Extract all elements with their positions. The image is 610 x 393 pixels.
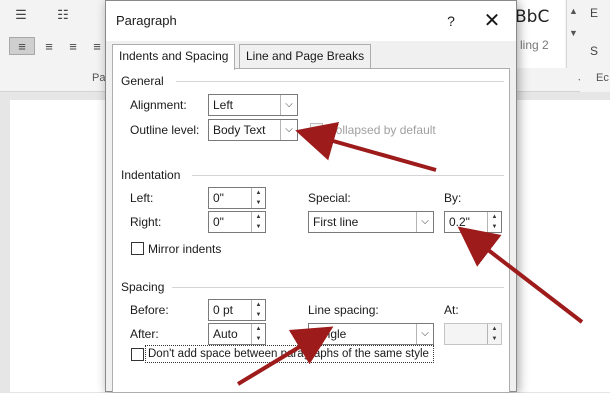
editing-group-label: Ec — [596, 72, 609, 84]
spacing-separator — [172, 287, 504, 288]
chevron-down-icon[interactable]: ⌵ — [280, 120, 297, 140]
select-glyph[interactable]: S — [590, 44, 598, 58]
at-input[interactable]: ▲ ▼ — [444, 323, 502, 345]
spacing-before-value: 0 pt — [213, 303, 234, 317]
line-spacing-label: Line spacing: — [308, 303, 379, 317]
spin-up-icon[interactable]: ▲ — [252, 212, 265, 222]
by-label: By: — [444, 191, 462, 205]
line-spacing-value: Single — [313, 327, 347, 341]
special-label: Special: — [308, 191, 351, 205]
spin-down-icon[interactable]: ▼ — [252, 334, 265, 344]
chevron-up-icon[interactable]: ▲ — [567, 0, 580, 22]
indentation-heading: Indentation — [121, 168, 181, 182]
spin-down-icon[interactable]: ▼ — [488, 334, 501, 344]
spacing-heading: Spacing — [121, 280, 165, 294]
right-indent-value: 0" — [213, 215, 224, 229]
dialog-title: Paragraph — [116, 13, 177, 28]
help-button[interactable]: ? — [437, 9, 465, 33]
outline-level-value: Body Text — [213, 123, 266, 137]
spacing-after-input[interactable]: Auto ▲ ▼ — [208, 323, 266, 345]
general-heading: General — [121, 74, 164, 88]
spin-up-icon[interactable]: ▲ — [252, 324, 265, 334]
spin-up-icon[interactable]: ▲ — [488, 212, 501, 222]
chevron-down-icon[interactable]: ▼ — [567, 22, 580, 44]
bullets-icon[interactable]: ☰ — [8, 6, 34, 24]
collapsed-checkbox[interactable] — [310, 123, 323, 136]
align-center-icon[interactable]: ≡ — [36, 37, 62, 55]
spin-up-icon[interactable]: ▲ — [252, 188, 265, 198]
chevron-down-icon[interactable]: ⌵ — [416, 212, 433, 232]
at-label: At: — [444, 303, 459, 317]
after-label: After: — [130, 327, 159, 341]
right-indent-label: Right: — [130, 215, 162, 229]
paragraph-dialog: Paragraph ? ✕ Indents and Spacing Line a… — [105, 0, 517, 393]
outline-level-label: Outline level: — [130, 123, 200, 137]
spin-up-icon[interactable]: ▲ — [488, 324, 501, 334]
chevron-down-icon[interactable]: ⌵ — [280, 95, 297, 115]
styles-preview: BbC — [515, 7, 550, 27]
alignment-value: Left — [213, 98, 234, 112]
special-select[interactable]: First line ⌵ — [308, 211, 434, 233]
left-indent-value: 0" — [213, 191, 224, 205]
spin-down-icon[interactable]: ▼ — [252, 310, 265, 320]
spacing-after-value: Auto — [213, 327, 238, 341]
dialog-titlebar: Paragraph ? ✕ — [106, 1, 516, 41]
spin-down-icon[interactable]: ▼ — [252, 198, 265, 208]
tab-indents-spacing[interactable]: Indents and Spacing — [112, 44, 236, 70]
spacing-before-input[interactable]: 0 pt ▲ ▼ — [208, 299, 266, 321]
find-glyph[interactable]: E — [590, 6, 598, 20]
general-separator — [176, 81, 504, 82]
align-left-icon[interactable]: ≡ — [9, 37, 35, 55]
dont-add-space-label: Don't add space between paragraphs of th… — [148, 348, 429, 360]
by-value: 0.2" — [449, 215, 470, 229]
paragraph-group-label: Pa — [92, 72, 106, 84]
close-button[interactable]: ✕ — [478, 9, 506, 33]
alignment-select[interactable]: Left ⌵ — [208, 94, 298, 116]
spin-up-icon[interactable]: ▲ — [252, 300, 265, 310]
mirror-indents-checkbox[interactable] — [131, 242, 144, 255]
alignment-label: Alignment: — [130, 98, 187, 112]
spin-down-icon[interactable]: ▼ — [488, 222, 501, 232]
line-spacing-select[interactable]: Single ⌵ — [308, 323, 434, 345]
spin-down-icon[interactable]: ▼ — [252, 222, 265, 232]
right-indent-input[interactable]: 0" ▲ ▼ — [208, 211, 266, 233]
left-indent-label: Left: — [130, 191, 154, 205]
mirror-indents-label: Mirror indents — [148, 242, 222, 256]
numbering-icon[interactable]: ☷ — [50, 6, 76, 24]
align-right-icon[interactable]: ≡ — [60, 37, 86, 55]
collapsed-label: Collapsed by default — [327, 123, 436, 137]
by-input[interactable]: 0.2" ▲ ▼ — [444, 211, 502, 233]
before-label: Before: — [130, 303, 169, 317]
left-indent-input[interactable]: 0" ▲ ▼ — [208, 187, 266, 209]
dont-add-space-checkbox[interactable] — [131, 348, 144, 361]
styles-subtitle: ling 2 — [520, 38, 549, 52]
chevron-down-icon[interactable]: ⌵ — [416, 324, 433, 344]
styles-scroll[interactable]: ▲ ▼ — [566, 0, 580, 68]
indentation-separator — [192, 175, 504, 176]
outline-level-select[interactable]: Body Text ⌵ — [208, 119, 298, 141]
special-value: First line — [313, 215, 359, 229]
tab-line-page-breaks[interactable]: Line and Page Breaks — [239, 44, 372, 68]
